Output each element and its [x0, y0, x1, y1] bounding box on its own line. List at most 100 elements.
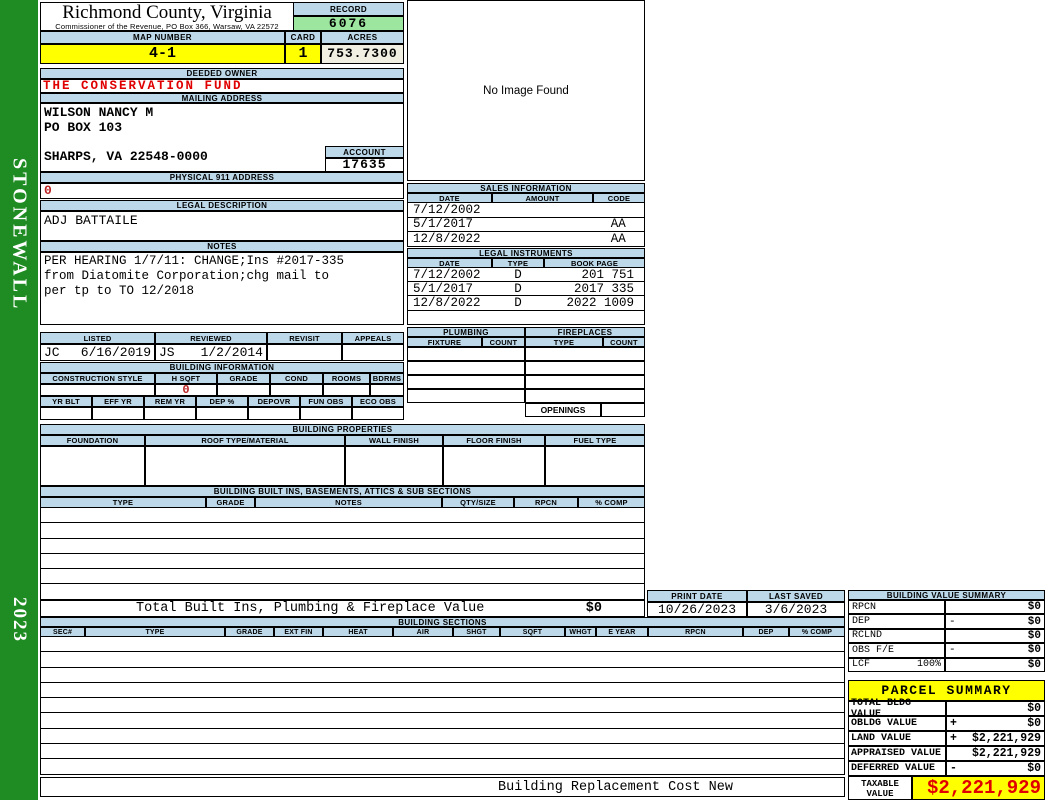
whgt-header: WHGT	[565, 627, 596, 637]
rooms-header: ROOMS	[323, 373, 370, 384]
building-sections-columns: SEC# TYPE GRADE EXT FIN HEAT AIR SHGT SQ…	[40, 627, 845, 637]
mailing-line-2: PO BOX 103	[44, 120, 123, 135]
parcel-summary-table: TOTAL BLDG VALUE $0 OBLDG VALUE + $0 LAND…	[848, 698, 1045, 776]
bi-comp-header: % COMP	[578, 497, 645, 508]
physical-address-header: PHYSICAL 911 ADDRESS	[40, 172, 404, 183]
parcel-row: APPRAISED VALUE $2,221,929	[848, 746, 1045, 761]
foundation-header: FOUNDATION	[40, 435, 145, 446]
bvs-value: $0	[1027, 601, 1041, 614]
empty-row	[41, 683, 844, 699]
instr-date: 5/1/2017	[413, 281, 474, 296]
bvs-label: RPCN	[852, 601, 877, 613]
depovr-header: DEPOVR	[248, 396, 300, 407]
sale-date: 12/8/2022	[413, 232, 481, 247]
reviewed-date: 1/2/2014	[200, 345, 263, 360]
listed-value: JC 6/16/2019	[40, 344, 155, 361]
floor-finish-value	[443, 446, 545, 486]
bs-dep-header: DEP	[743, 627, 789, 637]
reviewed-value: JS 1/2/2014	[155, 344, 267, 361]
instr-date: 12/8/2022	[413, 295, 481, 310]
empty-row	[41, 637, 844, 653]
instr-type: D	[514, 267, 522, 282]
empty-row	[41, 554, 644, 570]
bvs-label: LCF	[852, 659, 871, 671]
sale-date: 7/12/2002	[413, 202, 481, 217]
plumb-count-header: COUNT	[482, 337, 525, 347]
notes-box: PER HEARING 1/7/11: CHANGE;Ins #2017-335…	[40, 252, 404, 325]
revisit-header: REVISIT	[267, 332, 342, 344]
building-information-header: BUILDING INFORMATION	[40, 362, 404, 373]
bvs-value: $0	[1027, 644, 1041, 657]
bvs-row: RPCN $0	[848, 600, 1045, 615]
acres-header: ACRES	[321, 31, 404, 44]
yrblt-header: YR BLT	[40, 396, 92, 407]
last-saved-value: 3/6/2023	[747, 602, 845, 617]
parcel-label: OBLDG VALUE	[848, 716, 946, 731]
bi-grade-header: GRADE	[206, 497, 255, 508]
shgt-header: SHGT	[453, 627, 500, 637]
empty-row	[408, 311, 644, 324]
instr-date: 7/12/2002	[413, 267, 481, 282]
appeals-value	[342, 344, 404, 361]
empty-row	[41, 508, 644, 524]
sales-code-header: CODE	[593, 193, 645, 203]
empty-row	[41, 713, 844, 729]
bvs-row: RCLND $0	[848, 628, 1045, 644]
legal-description-header: LEGAL DESCRIPTION	[40, 200, 404, 211]
appeals-header: APPEALS	[342, 332, 404, 344]
built-ins-total-label: Total Built Ins, Plumbing & Fireplace Va…	[136, 601, 485, 616]
fp-count-header: COUNT	[603, 337, 645, 347]
ecoobs-header: ECO OBS	[352, 396, 404, 407]
sales-rows: 7/12/2002 5/1/2017 AA 12/8/2022 AA	[407, 203, 645, 247]
parcel-row: TOTAL BLDG VALUE $0	[848, 698, 1045, 720]
fuel-type-header: FUEL TYPE	[545, 435, 645, 446]
parcel-op: +	[950, 732, 957, 745]
table-row: 7/12/2002	[408, 203, 644, 218]
parcel-value: $0	[1027, 702, 1041, 715]
parcel-op: +	[950, 717, 957, 730]
legal-instruments-header: LEGAL INSTRUMENTS	[407, 248, 645, 258]
mailing-line-3: SHARPS, VA 22548-0000	[44, 149, 208, 164]
cond-value	[270, 384, 323, 396]
table-row: 12/8/2022 AA	[408, 232, 644, 247]
plumbing-fireplaces-columns: FIXTURE COUNT TYPE COUNT	[407, 337, 645, 347]
parcel-label: APPRAISED VALUE	[848, 746, 946, 761]
deeded-owner-header: DEEDED OWNER	[40, 68, 404, 79]
bdrms-header: BDRMS	[370, 373, 404, 384]
taxable-label-line2: VALUE	[866, 789, 894, 799]
bvs-label: RCLND	[852, 630, 883, 642]
county-title: Richmond County, Virginia	[62, 2, 272, 23]
print-date-header: PRINT DATE	[647, 590, 747, 602]
physical-address-value: 0	[40, 183, 404, 199]
instr-date-header: DATE	[407, 258, 492, 268]
empty-row	[41, 729, 844, 745]
foundation-value	[40, 446, 145, 486]
empty-row	[41, 539, 644, 554]
remyr-header: REM YR	[144, 396, 196, 407]
plumbing-fireplaces-rows	[407, 347, 645, 403]
no-image-text: No Image Found	[483, 84, 569, 97]
parcel-row: OBLDG VALUE + $0	[848, 716, 1045, 731]
building-value-summary-header: BUILDING VALUE SUMMARY	[848, 590, 1045, 600]
sale-code: AA	[610, 232, 626, 247]
notes-header: NOTES	[40, 241, 404, 252]
building-value-summary-table: RPCN $0 DEP - $0 RCLND $0 OBS F/E - $0 LCF…	[848, 600, 1045, 672]
built-ins-empty-rows	[40, 508, 645, 600]
instruments-columns: DATE TYPE BOOK PAGE	[407, 258, 645, 268]
plumbing-header: PLUMBING	[407, 327, 525, 337]
map-number-value: 4-1	[40, 44, 285, 64]
building-properties-header: BUILDING PROPERTIES	[40, 424, 645, 435]
bvs-pct: 100%	[916, 659, 941, 671]
floor-finish-header: FLOOR FINISH	[443, 435, 545, 446]
table-row: 12/8/2022 D 2022 1009	[408, 295, 644, 311]
roof-value	[145, 446, 345, 486]
wall-finish-header: WALL FINISH	[345, 435, 443, 446]
year-columns: YR BLT EFF YR REM YR DEP % DEPOVR FUN OB…	[40, 396, 404, 407]
parcel-label: TOTAL BLDG VALUE	[848, 698, 946, 720]
bvs-value: $0	[1027, 629, 1041, 642]
revisit-value	[267, 344, 342, 361]
empty-row	[41, 584, 644, 599]
construction-style-value	[40, 384, 155, 396]
property-record-card: STONEWALL 2023 Richmond County, Virginia…	[0, 0, 1050, 800]
sale-code: AA	[610, 217, 626, 232]
